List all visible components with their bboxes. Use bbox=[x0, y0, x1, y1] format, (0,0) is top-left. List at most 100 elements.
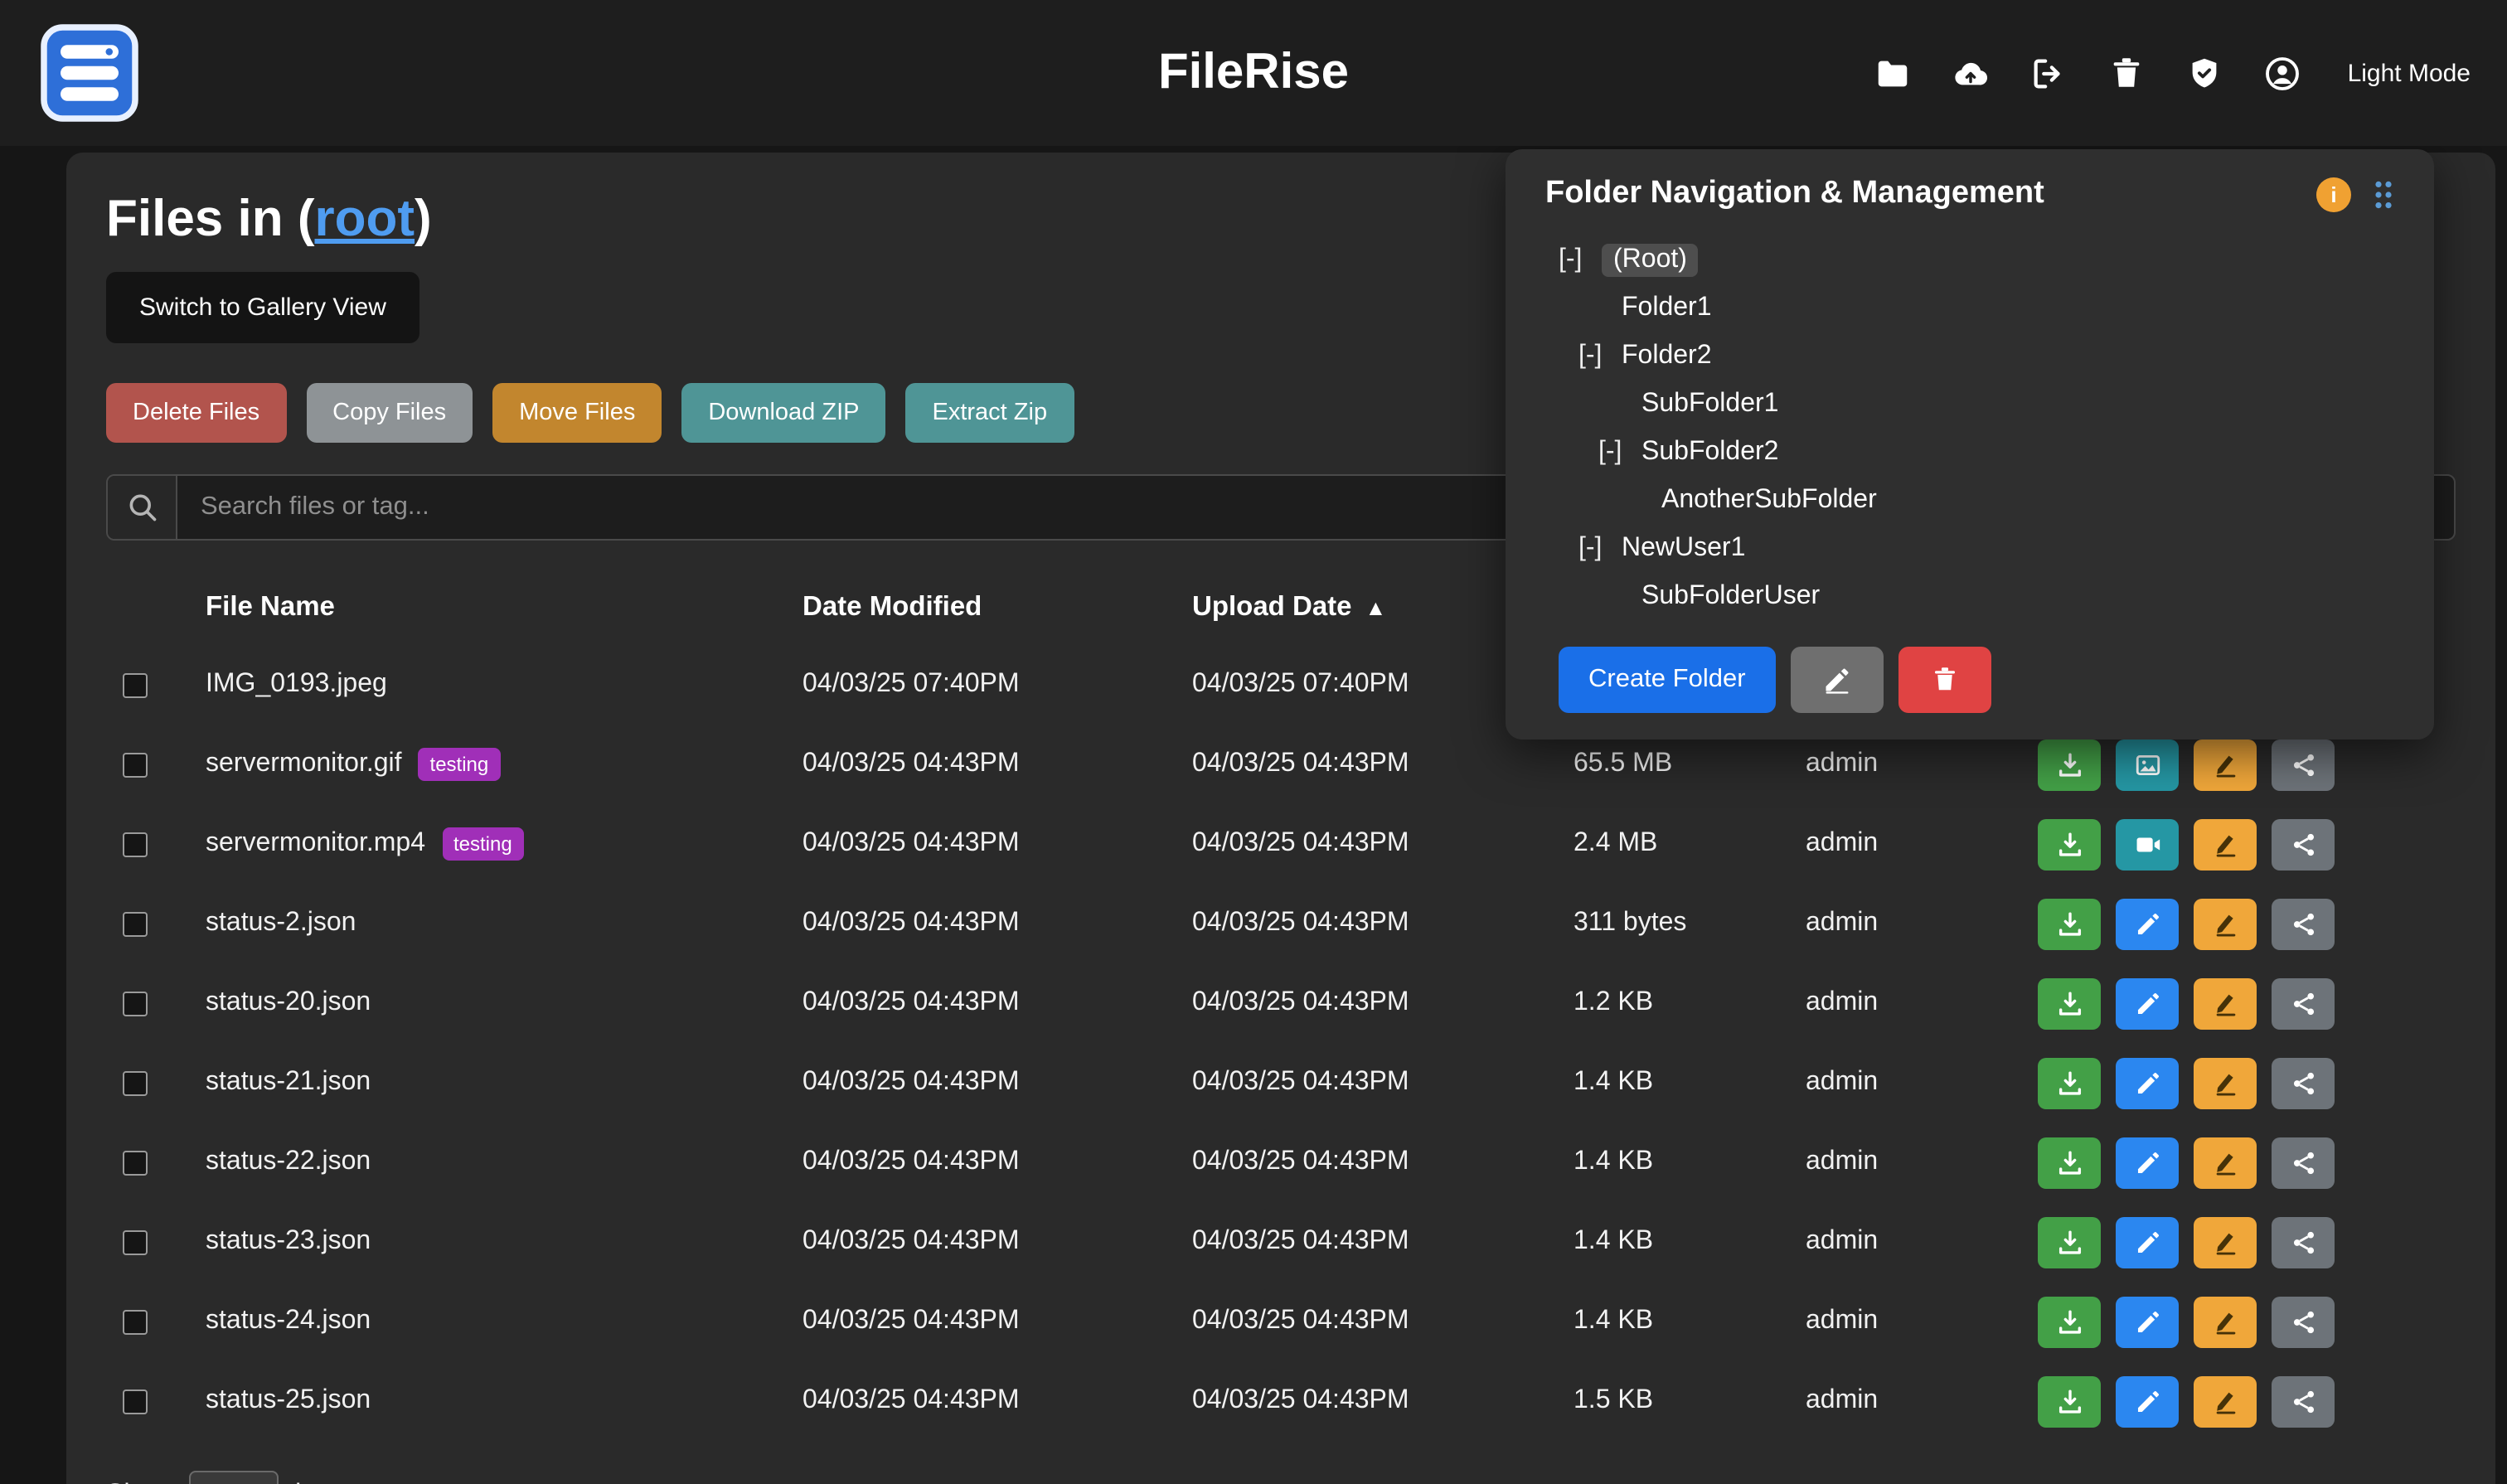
create-folder-button[interactable]: Create Folder bbox=[1559, 647, 1776, 713]
rename-button[interactable] bbox=[2194, 818, 2257, 870]
share-button[interactable] bbox=[2272, 1296, 2335, 1347]
col-file-name[interactable]: File Name bbox=[206, 591, 803, 623]
tree-label[interactable]: (Root) bbox=[1602, 243, 1699, 276]
row-checkbox[interactable] bbox=[123, 1150, 148, 1175]
edit-button[interactable] bbox=[2116, 1296, 2179, 1347]
row-checkbox[interactable] bbox=[123, 752, 148, 777]
row-checkbox[interactable] bbox=[123, 1229, 148, 1254]
download-button[interactable] bbox=[2038, 818, 2101, 870]
download-button[interactable] bbox=[2038, 1296, 2101, 1347]
tree-toggle[interactable]: [-] bbox=[1598, 437, 1641, 467]
rename-button[interactable] bbox=[2194, 1057, 2257, 1108]
download-button[interactable] bbox=[2038, 1057, 2101, 1108]
row-checkbox[interactable] bbox=[123, 1070, 148, 1095]
row-checkbox[interactable] bbox=[123, 911, 148, 936]
share-button[interactable] bbox=[2272, 739, 2335, 790]
download-button[interactable] bbox=[2038, 739, 2101, 790]
edit-button[interactable] bbox=[2116, 1057, 2179, 1108]
date-modified: 04/03/25 04:43PM bbox=[803, 909, 1192, 938]
edit-button[interactable] bbox=[2116, 898, 2179, 949]
pencil-icon bbox=[2133, 1148, 2161, 1176]
share-button[interactable] bbox=[2272, 818, 2335, 870]
signature-pen-icon bbox=[2211, 909, 2239, 938]
light-mode-toggle[interactable]: Light Mode bbox=[2348, 59, 2471, 87]
rename-folder-button[interactable] bbox=[1791, 647, 1884, 713]
tree-label[interactable]: SubFolder2 bbox=[1641, 437, 1778, 467]
edit-button[interactable] bbox=[2116, 977, 2179, 1029]
share-button[interactable] bbox=[2272, 977, 2335, 1029]
edit-button[interactable] bbox=[2116, 1375, 2179, 1427]
download-zip-button[interactable]: Download ZIP bbox=[681, 383, 885, 443]
share-button[interactable] bbox=[2272, 1137, 2335, 1188]
edit-button[interactable] bbox=[2116, 1137, 2179, 1188]
tree-item[interactable]: [-] (Root) bbox=[1545, 235, 2394, 284]
move-files-button[interactable]: Move Files bbox=[492, 383, 662, 443]
tree-label[interactable]: SubFolderUser bbox=[1641, 581, 1820, 611]
delete-folder-button[interactable] bbox=[1898, 647, 1991, 713]
tree-toggle[interactable]: [-] bbox=[1578, 533, 1622, 563]
preview-image-button[interactable] bbox=[2116, 739, 2179, 790]
tree-item[interactable]: SubFolder1 bbox=[1545, 380, 2394, 428]
col-date-modified[interactable]: Date Modified bbox=[803, 591, 1192, 623]
tree-label[interactable]: NewUser1 bbox=[1622, 533, 1745, 563]
page-title-prefix: Files in ( bbox=[106, 189, 315, 247]
cloud-upload-icon[interactable] bbox=[1952, 53, 1991, 93]
rename-button[interactable] bbox=[2194, 977, 2257, 1029]
drag-handle-icon[interactable] bbox=[2373, 178, 2394, 210]
download-button[interactable] bbox=[2038, 898, 2101, 949]
logout-icon[interactable] bbox=[2029, 53, 2069, 93]
tree-item[interactable]: [-] Folder2 bbox=[1545, 332, 2394, 380]
user-icon[interactable] bbox=[2263, 53, 2303, 93]
trash-icon[interactable] bbox=[2107, 53, 2147, 93]
rename-button[interactable] bbox=[2194, 898, 2257, 949]
download-button[interactable] bbox=[2038, 977, 2101, 1029]
delete-files-button[interactable]: Delete Files bbox=[106, 383, 286, 443]
download-icon bbox=[2055, 1387, 2083, 1415]
info-icon[interactable]: i bbox=[2316, 177, 2351, 211]
tree-label[interactable]: AnotherSubFolder bbox=[1661, 485, 1877, 515]
file-name: status-23.json bbox=[206, 1227, 371, 1257]
row-checkbox[interactable] bbox=[123, 1389, 148, 1414]
tree-item[interactable]: [-] SubFolder2 bbox=[1545, 428, 2394, 476]
tree-item[interactable]: SubFolderUser bbox=[1545, 572, 2394, 620]
tree-toggle[interactable]: [-] bbox=[1578, 341, 1622, 371]
shield-check-icon[interactable] bbox=[2185, 53, 2225, 93]
share-button[interactable] bbox=[2272, 898, 2335, 949]
tree-item[interactable]: [-] NewUser1 bbox=[1545, 524, 2394, 572]
row-checkbox[interactable] bbox=[123, 1309, 148, 1334]
date-modified: 04/03/25 04:43PM bbox=[803, 1227, 1192, 1257]
tree-toggle[interactable]: [-] bbox=[1559, 245, 1602, 274]
app-logo-icon[interactable] bbox=[40, 23, 139, 123]
tree-label[interactable]: Folder1 bbox=[1622, 293, 1712, 323]
row-checkbox[interactable] bbox=[123, 672, 148, 697]
share-button[interactable] bbox=[2272, 1057, 2335, 1108]
rename-button[interactable] bbox=[2194, 1296, 2257, 1347]
tree-item[interactable]: AnotherSubFolder bbox=[1545, 476, 2394, 524]
edit-button[interactable] bbox=[2116, 1216, 2179, 1268]
tree-item[interactable]: Folder1 bbox=[1545, 284, 2394, 332]
page-size-select[interactable]: 10 bbox=[189, 1471, 279, 1484]
row-checkbox[interactable] bbox=[123, 832, 148, 856]
row-checkbox[interactable] bbox=[123, 991, 148, 1016]
extract-zip-button[interactable]: Extract Zip bbox=[906, 383, 1074, 443]
rename-button[interactable] bbox=[2194, 1137, 2257, 1188]
rename-button[interactable] bbox=[2194, 1375, 2257, 1427]
share-button[interactable] bbox=[2272, 1375, 2335, 1427]
download-button[interactable] bbox=[2038, 1137, 2101, 1188]
share-button[interactable] bbox=[2272, 1216, 2335, 1268]
tree-label[interactable]: SubFolder1 bbox=[1641, 389, 1778, 419]
folder-panel-header: Folder Navigation & Management i bbox=[1545, 176, 2394, 212]
preview-video-button[interactable] bbox=[2116, 818, 2179, 870]
tree-label[interactable]: Folder2 bbox=[1622, 341, 1712, 371]
gallery-view-button[interactable]: Switch to Gallery View bbox=[106, 272, 419, 343]
root-folder-link[interactable]: root bbox=[315, 189, 415, 247]
copy-files-button[interactable]: Copy Files bbox=[306, 383, 473, 443]
folder-icon[interactable] bbox=[1874, 53, 1913, 93]
rename-button[interactable] bbox=[2194, 739, 2257, 790]
rename-button[interactable] bbox=[2194, 1216, 2257, 1268]
share-icon bbox=[2289, 750, 2317, 778]
download-button[interactable] bbox=[2038, 1375, 2101, 1427]
sort-asc-icon: ▲ bbox=[1365, 594, 1387, 619]
download-button[interactable] bbox=[2038, 1216, 2101, 1268]
checkbox-cell bbox=[106, 1389, 206, 1414]
